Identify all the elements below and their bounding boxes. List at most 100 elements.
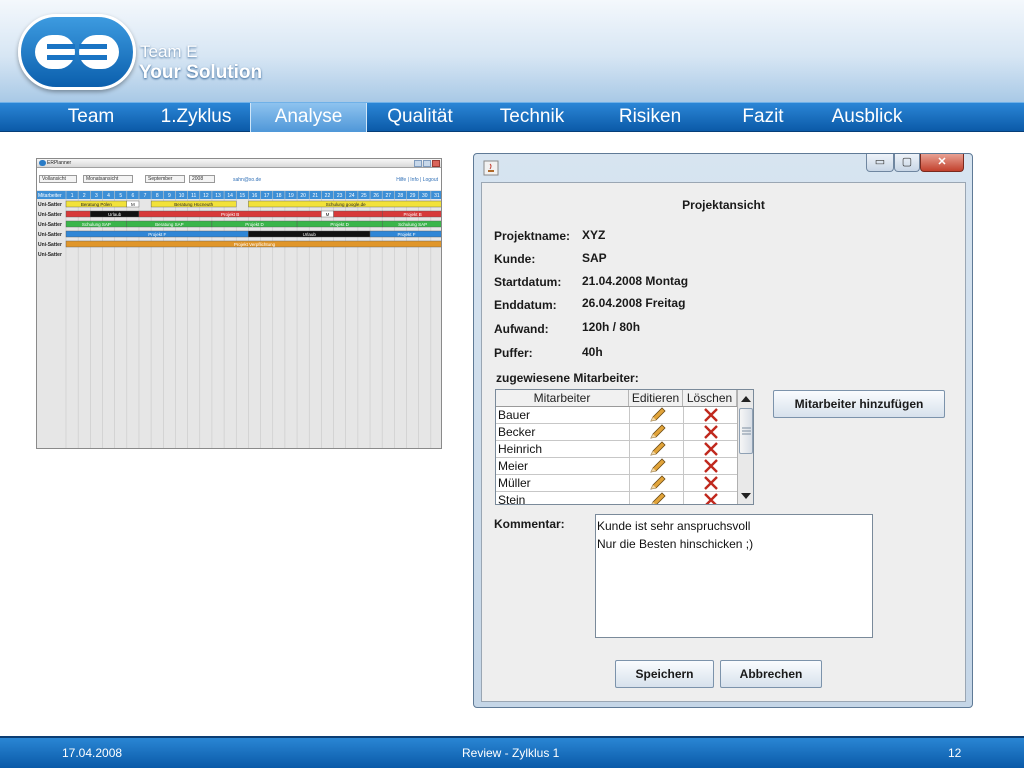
main-nav: Team 1.Zyklus Analyse Qualität Technik R…	[0, 102, 1024, 132]
red-x-icon[interactable]	[683, 475, 737, 492]
planner-month-select[interactable]: September	[145, 175, 185, 183]
scroll-down-icon[interactable]	[741, 493, 751, 500]
assigned-employees-label: zugewiesene Mitarbeiter:	[496, 371, 639, 385]
scroll-up-icon[interactable]	[741, 395, 751, 402]
nav-item-team[interactable]: Team	[50, 103, 132, 132]
scroll-thumb[interactable]	[739, 408, 753, 454]
table-header: Mitarbeiter Editieren Löschen	[496, 390, 737, 407]
red-x-icon[interactable]	[683, 441, 737, 458]
pencil-icon[interactable]	[629, 441, 683, 458]
maximize-button[interactable]: ▢	[894, 154, 920, 172]
red-x-icon[interactable]	[683, 458, 737, 475]
add-employee-button[interactable]: Mitarbeiter hinzufügen	[773, 390, 945, 418]
gantt-bar-label: Projekt D	[330, 222, 349, 227]
table-row[interactable]: Becker	[496, 424, 737, 441]
planner-email[interactable]: sahn@xo.de	[233, 177, 261, 183]
red-x-icon[interactable]	[683, 407, 737, 424]
table-scrollbar[interactable]	[737, 390, 753, 504]
employee-name: Meier	[498, 459, 529, 473]
employee-table: Mitarbeiter Editieren Löschen Bauer Beck…	[495, 389, 754, 505]
col-mitarbeiter[interactable]: Mitarbeiter	[496, 390, 629, 406]
gantt-day-label: 23	[337, 193, 343, 199]
gantt-day-label: 25	[361, 193, 367, 199]
comment-line: Kunde ist sehr anspruchsvoll	[597, 519, 751, 533]
value-startdatum: 21.04.2008 Montag	[582, 274, 689, 288]
gantt-bar-label: Beratung SAP	[155, 222, 184, 227]
gantt-day-label: 10	[179, 193, 185, 199]
comment-textarea[interactable]: Kunde ist sehr anspruchsvoll Nur die Bes…	[595, 514, 873, 638]
header: Team E Your Solution	[0, 0, 1024, 102]
planner-toolbar: Vollansicht Monatsansicht September 2008…	[37, 168, 441, 190]
gantt-day-label: 12	[203, 193, 209, 199]
gantt-row-name: Uni-Satter	[38, 202, 62, 208]
gantt-bar-label: Schulung SAP	[82, 222, 111, 227]
pencil-icon[interactable]	[629, 407, 683, 424]
gantt-day-label: 17	[264, 193, 270, 199]
planner-links[interactable]: Hilfe | Info | Logout	[396, 177, 438, 183]
gantt-bar-label: Schulung SAP	[398, 222, 427, 227]
gantt-bar-label: Beratung Pölen	[81, 202, 113, 207]
planner-range-select[interactable]: Monatsansicht	[83, 175, 133, 183]
planner-title: ERPlanner	[47, 160, 72, 166]
pencil-icon[interactable]	[629, 458, 683, 475]
comment-line: Nur die Besten hinschicken ;)	[597, 537, 754, 551]
gantt-day-label: 1	[71, 193, 74, 199]
pencil-icon[interactable]	[629, 475, 683, 492]
brand-team: Team E	[140, 42, 198, 61]
cancel-button[interactable]: Abbrechen	[720, 660, 822, 688]
nav-item-analyse[interactable]: Analyse	[250, 103, 367, 132]
col-loeschen[interactable]: Löschen	[683, 390, 737, 406]
close-button[interactable]: ✕	[920, 154, 964, 172]
nav-item-ausblick[interactable]: Ausblick	[820, 103, 914, 132]
nav-item-qualitaet[interactable]: Qualität	[372, 103, 468, 132]
value-projektname: XYZ	[582, 228, 606, 242]
gantt-day-label: 6	[131, 193, 134, 199]
gantt-day-label: 21	[313, 193, 319, 199]
label-kunde: Kunde:	[494, 252, 536, 266]
comment-label: Kommentar:	[494, 517, 565, 531]
gantt-bar-label: Projekt B	[403, 212, 421, 217]
gantt-bar	[333, 210, 383, 218]
red-x-icon[interactable]	[683, 424, 737, 441]
gantt-day-label: 24	[349, 193, 355, 199]
nav-item-technik[interactable]: Technik	[487, 103, 577, 132]
footer-title: Review - Zylklus 1	[462, 746, 560, 760]
col-editieren[interactable]: Editieren	[629, 390, 683, 406]
table-row[interactable]: Heinrich	[496, 441, 737, 458]
label-aufwand: Aufwand:	[494, 322, 549, 336]
gantt-day-label: 4	[107, 193, 110, 199]
value-enddatum: 26.04.2008 Freitag	[582, 296, 686, 310]
footer: 17.04.2008 Review - Zylklus 1 12	[0, 736, 1024, 768]
gantt-day-label: 2	[83, 193, 86, 199]
gantt-bar-label: Projekt Verpflichtung	[234, 242, 276, 247]
planner-year-select[interactable]: 2008	[189, 175, 215, 183]
nav-item-risiken[interactable]: Risiken	[605, 103, 695, 132]
nav-item-zyklus[interactable]: 1.Zyklus	[148, 103, 244, 132]
save-button[interactable]: Speichern	[615, 660, 714, 688]
employee-name: Becker	[498, 425, 536, 439]
table-row[interactable]: Bauer	[496, 407, 737, 424]
label-projektname: Projektname:	[494, 229, 571, 243]
minimize-button[interactable]: ▭	[866, 154, 894, 172]
table-row[interactable]: Meier	[496, 458, 737, 475]
gantt-day-label: 8	[156, 193, 159, 199]
planner-view-select[interactable]: Vollansicht	[39, 175, 77, 183]
gantt-day-label: 14	[227, 193, 233, 199]
gantt-day-label: 26	[373, 193, 379, 199]
gantt-row-name: Uni-Satter	[38, 242, 62, 248]
red-x-icon[interactable]	[683, 492, 737, 504]
table-row[interactable]: Stein	[496, 492, 737, 505]
dialog-title: Projektansicht	[682, 198, 765, 212]
employee-name: Bauer	[498, 408, 531, 422]
employee-name: Stein	[498, 493, 526, 505]
gantt-row-name: Uni-Satter	[38, 212, 62, 218]
nav-item-fazit[interactable]: Fazit	[725, 103, 801, 132]
pencil-icon[interactable]	[629, 492, 683, 504]
planner-screenshot: ERPlanner Vollansicht Monatsansicht Sept…	[36, 158, 442, 449]
pencil-icon[interactable]	[629, 424, 683, 441]
table-row[interactable]: Müller	[496, 475, 737, 492]
label-startdatum: Startdatum:	[494, 275, 562, 289]
gantt-day-label: 18	[276, 193, 282, 199]
gantt-bar-label: M	[131, 202, 135, 207]
gantt-day-label: 3	[95, 193, 98, 199]
